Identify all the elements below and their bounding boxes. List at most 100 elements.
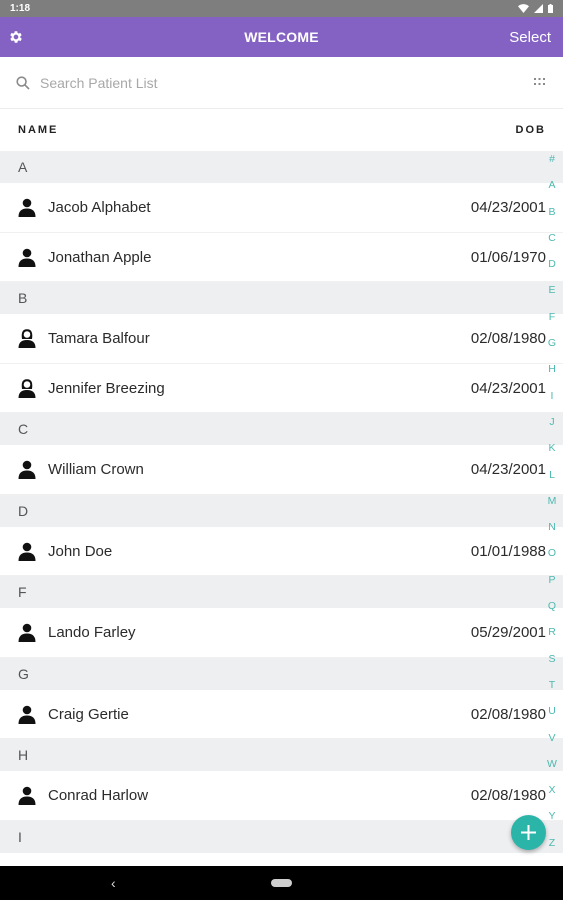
back-icon[interactable]: ‹ (111, 875, 116, 891)
person-female-icon (18, 329, 36, 348)
gear-icon[interactable] (8, 29, 24, 45)
patient-name: Craig Gertie (48, 705, 129, 723)
index-letter[interactable]: U (548, 704, 556, 730)
index-letter[interactable]: Y (548, 809, 555, 835)
person-male-icon (18, 786, 36, 805)
index-letter[interactable]: F (549, 310, 555, 336)
patient-row[interactable]: Tamara Balfour 02/08/1980 (0, 314, 563, 364)
section-header: F (0, 576, 563, 608)
index-letter[interactable]: Q (548, 599, 556, 625)
index-letter[interactable]: I (551, 389, 554, 415)
status-icons (518, 4, 553, 13)
search-icon (16, 76, 30, 90)
section-header: G (0, 657, 563, 690)
patient-dob: 04/23/2001 (470, 199, 546, 216)
section-header: I (0, 820, 563, 853)
patient-dob: 04/23/2001 (470, 379, 546, 397)
patient-dob: 01/06/1970 (470, 248, 546, 266)
index-letter[interactable]: O (548, 546, 556, 572)
wifi-icon (518, 4, 529, 13)
index-letter[interactable]: N (548, 520, 556, 546)
patient-row[interactable]: Craig Gertie 02/08/1980 (0, 689, 563, 739)
app-root: 1:18 WELCOME Select NAME DOB A (0, 0, 563, 900)
index-letter[interactable]: P (548, 573, 555, 599)
section-letter: C (18, 421, 29, 437)
person-male-icon (18, 198, 36, 217)
index-letter[interactable]: S (548, 652, 555, 678)
index-letter[interactable]: J (549, 415, 554, 441)
index-letter[interactable]: G (548, 336, 556, 362)
battery-icon (548, 4, 553, 13)
section-letter: I (18, 828, 22, 845)
patient-row[interactable]: William Crown 04/23/2001 (0, 445, 563, 495)
patient-dob: 02/08/1980 (470, 705, 546, 723)
patient-name: Lando Farley (48, 624, 136, 641)
patient-name: Conrad Harlow (48, 787, 149, 804)
person-male-icon (18, 542, 36, 561)
patient-name: Jacob Alphabet (48, 199, 151, 216)
name-column-header[interactable]: NAME (18, 124, 58, 136)
patient-dob: 02/08/1980 (470, 330, 546, 347)
index-letter[interactable]: H (548, 362, 556, 388)
section-header: C (0, 413, 563, 445)
index-letter[interactable]: D (548, 257, 556, 283)
index-letter[interactable]: # (549, 152, 555, 178)
status-time: 1:18 (10, 3, 31, 14)
patient-name: Jonathan Apple (48, 248, 152, 266)
plus-icon (521, 825, 536, 840)
index-letter[interactable]: A (548, 178, 555, 204)
patient-name: John Doe (48, 542, 113, 560)
home-pill-icon[interactable] (271, 879, 292, 887)
section-letter: D (18, 502, 29, 519)
signal-icon (534, 4, 543, 13)
patient-list: A Jacob Alphabet 04/23/2001 Jonathan App… (0, 151, 563, 853)
section-letter: F (18, 584, 27, 600)
index-letter[interactable]: M (548, 494, 557, 520)
index-letter[interactable]: T (549, 678, 555, 704)
alphabet-index: # A B C D E F G H I J K L M N O P Q R S T U V W X Y Z (545, 152, 559, 862)
patient-row[interactable]: Jennifer Breezing 04/23/2001 (0, 363, 563, 413)
patient-dob: 01/01/1988 (470, 542, 546, 560)
app-bar: WELCOME Select (0, 17, 563, 57)
dob-column-header[interactable]: DOB (516, 124, 546, 136)
index-letter[interactable]: L (549, 468, 555, 494)
search-input[interactable] (40, 71, 480, 95)
index-letter[interactable]: B (548, 205, 555, 231)
search-bar (0, 57, 563, 109)
person-male-icon (18, 623, 36, 642)
section-header: A (0, 151, 563, 183)
person-female-icon (18, 378, 36, 398)
index-letter[interactable]: V (548, 731, 555, 757)
section-letter: G (18, 665, 29, 682)
patient-row[interactable]: Jonathan Apple 01/06/1970 (0, 232, 563, 282)
section-letter: B (18, 290, 28, 306)
grid-view-icon[interactable] (534, 78, 545, 86)
select-button[interactable]: Select (509, 29, 551, 46)
patient-row[interactable]: Conrad Harlow 02/08/1980 (0, 771, 563, 821)
add-patient-button[interactable] (511, 815, 546, 850)
status-bar: 1:18 (0, 0, 563, 17)
patient-name: William Crown (48, 461, 144, 478)
index-letter[interactable]: Z (549, 836, 555, 862)
index-letter[interactable]: C (548, 231, 556, 257)
patient-name: Jennifer Breezing (48, 379, 165, 397)
app-title: WELCOME (244, 29, 319, 45)
patient-name: Tamara Balfour (48, 330, 150, 347)
index-letter[interactable]: E (548, 283, 555, 309)
navigation-bar: ‹ (0, 866, 563, 900)
patient-row[interactable]: Jacob Alphabet 04/23/2001 (0, 183, 563, 233)
index-letter[interactable]: X (548, 783, 555, 809)
section-header: D (0, 494, 563, 527)
patient-dob: 05/29/2001 (470, 624, 546, 641)
section-header: H (0, 739, 563, 771)
index-letter[interactable]: W (547, 757, 557, 783)
patient-row[interactable]: Lando Farley 05/29/2001 (0, 608, 563, 658)
patient-dob: 02/08/1980 (470, 787, 546, 804)
person-male-icon (18, 460, 36, 479)
patient-row[interactable]: John Doe 01/01/1988 (0, 526, 563, 576)
index-letter[interactable]: R (548, 625, 556, 651)
person-male-icon (18, 705, 36, 724)
section-header: B (0, 282, 563, 314)
section-letter: A (18, 159, 28, 175)
index-letter[interactable]: K (548, 441, 555, 467)
